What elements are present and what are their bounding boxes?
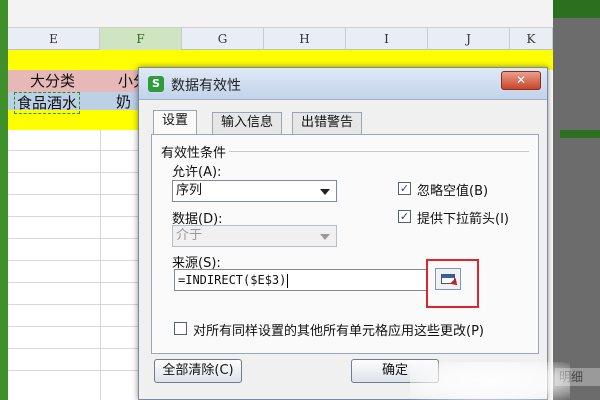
apply-all-label[interactable]: 对所有同样设置的其他所有单元格应用这些更改(P) [193,320,484,339]
tab-settings[interactable]: 设置 [153,110,198,135]
apply-all-checkbox[interactable] [174,322,187,335]
grid-line [8,150,138,151]
tab-input-message[interactable]: 输入信息 [212,112,283,134]
ignore-blank-checkbox[interactable]: ✓ [398,182,411,195]
column-header-f[interactable]: F [100,28,182,50]
chevron-down-icon [320,234,330,240]
source-input[interactable]: =INDIRECT($E$3) [174,269,428,291]
allow-label: 允许(A): [172,165,222,180]
column-header-h[interactable]: H [264,28,346,50]
grid-line [8,172,138,173]
grid-line [8,326,138,327]
grid-line [8,260,138,261]
app-logo-icon: S [148,76,164,92]
dialog-title: 数据有效性 [171,78,241,94]
column-header-e[interactable]: E [8,28,100,50]
in-cell-dropdown-checkbox[interactable]: ✓ [398,210,411,223]
grid-line [8,348,138,349]
watermark-glow [410,362,570,400]
dialog-titlebar[interactable]: S 数据有效性 ✕ [139,68,547,100]
grid-line [8,216,138,217]
data-select-value: 介于 [176,228,203,243]
column-header-k[interactable]: K [510,28,553,50]
column-header-j[interactable]: J [428,28,510,50]
window-frame-right [553,0,600,400]
grid-line [8,238,138,239]
allow-select-value: 序列 [176,183,203,198]
clear-all-button[interactable]: 全部清除(C) [154,359,242,383]
validation-criteria-group-title: 有效性条件 [161,146,227,161]
column-headers: E F G H I J K [8,28,553,50]
tab-error-alert[interactable]: 出错警告 [292,112,363,134]
text-caret [287,273,289,288]
data-validation-dialog: S 数据有效性 ✕ 设置 输入信息 出错警告 有效性条件 允许(A): 序列 数… [138,67,548,400]
close-button[interactable]: ✕ [501,71,541,90]
in-cell-dropdown-label[interactable]: 提供下拉箭头(I) [417,208,509,227]
grid-line [100,130,101,400]
column-header-g[interactable]: G [182,28,264,50]
window-frame-right-strip [560,130,600,138]
cell-major-category-header[interactable]: 大分类 [30,71,75,91]
window-frame-right-accent [553,0,600,18]
cell-food-drinks[interactable]: 食品酒水 [14,92,81,114]
grid-line [8,282,138,283]
column-header-i[interactable]: I [346,28,428,50]
annotation-highlight-box [426,259,479,308]
grid-line [8,304,138,305]
group-divider [229,151,529,152]
cell-minor-value[interactable]: 奶 [116,92,131,112]
data-select[interactable]: 介于 [172,225,337,247]
ignore-blank-label[interactable]: 忽略空值(B) [417,180,488,199]
formula-bar-area [8,0,553,28]
source-input-value: =INDIRECT($E$3) [178,273,287,287]
grid-line [8,194,138,195]
grid-line [8,370,138,371]
allow-select[interactable]: 序列 [172,180,337,202]
close-icon: ✕ [515,73,527,87]
window-frame-left [0,0,8,400]
chevron-down-icon [320,189,330,195]
